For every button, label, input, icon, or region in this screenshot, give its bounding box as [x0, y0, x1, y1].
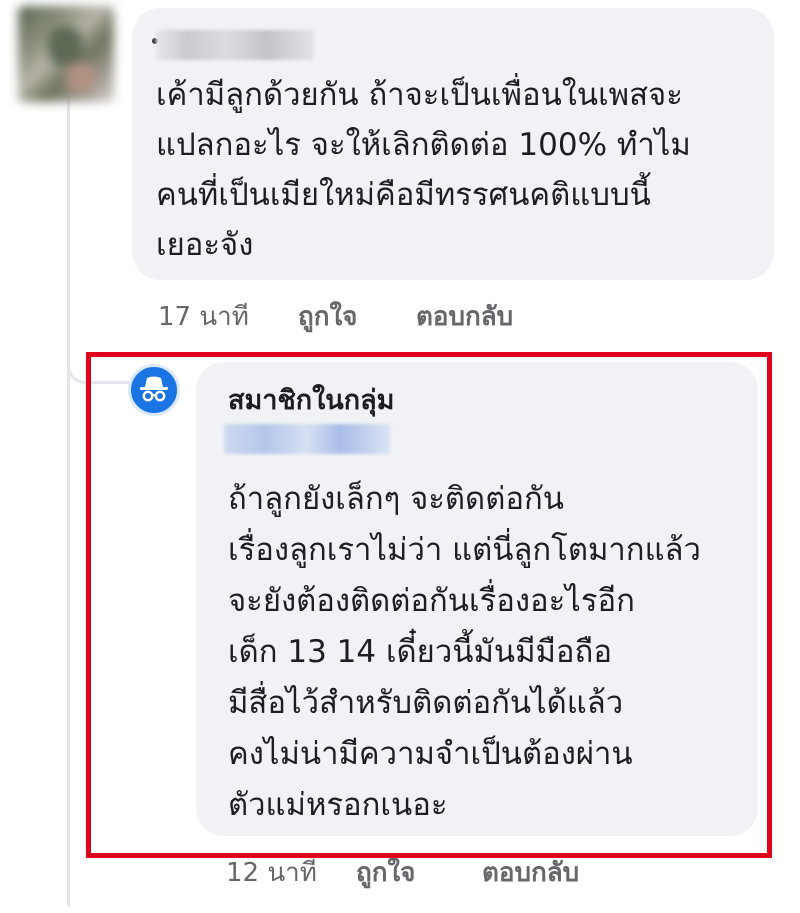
- comment-text: เค้ามีลูกด้วยกัน ถ้าจะเป็นเพื่อนในเพสจะ …: [156, 70, 756, 270]
- commenter-avatar[interactable]: [18, 6, 114, 102]
- highlight-box: [86, 352, 772, 858]
- comment-timestamp[interactable]: 17 นาที: [158, 296, 249, 337]
- comment-text-line: เยอะจัง: [156, 227, 254, 263]
- reply-button[interactable]: ตอบกลับ: [416, 296, 513, 337]
- like-button[interactable]: ถูกใจ: [356, 852, 415, 893]
- reply-button[interactable]: ตอบกลับ: [482, 852, 579, 893]
- comment-text-line: คนที่เป็นเมียใหม่คือมีทรรศนคติแบบนี้: [156, 177, 651, 213]
- thread-line: [67, 96, 70, 906]
- comment-text-line: เค้ามีลูกด้วยกัน ถ้าจะเป็นเพื่อนในเพสจะ: [156, 77, 683, 113]
- commenter-name-redacted[interactable]: [156, 30, 314, 60]
- comment-text-line: แปลกอะไร จะให้เลิกติดต่อ 100% ทำไม: [156, 127, 691, 163]
- comment-timestamp[interactable]: 12 นาที: [226, 852, 317, 893]
- like-button[interactable]: ถูกใจ: [298, 296, 357, 337]
